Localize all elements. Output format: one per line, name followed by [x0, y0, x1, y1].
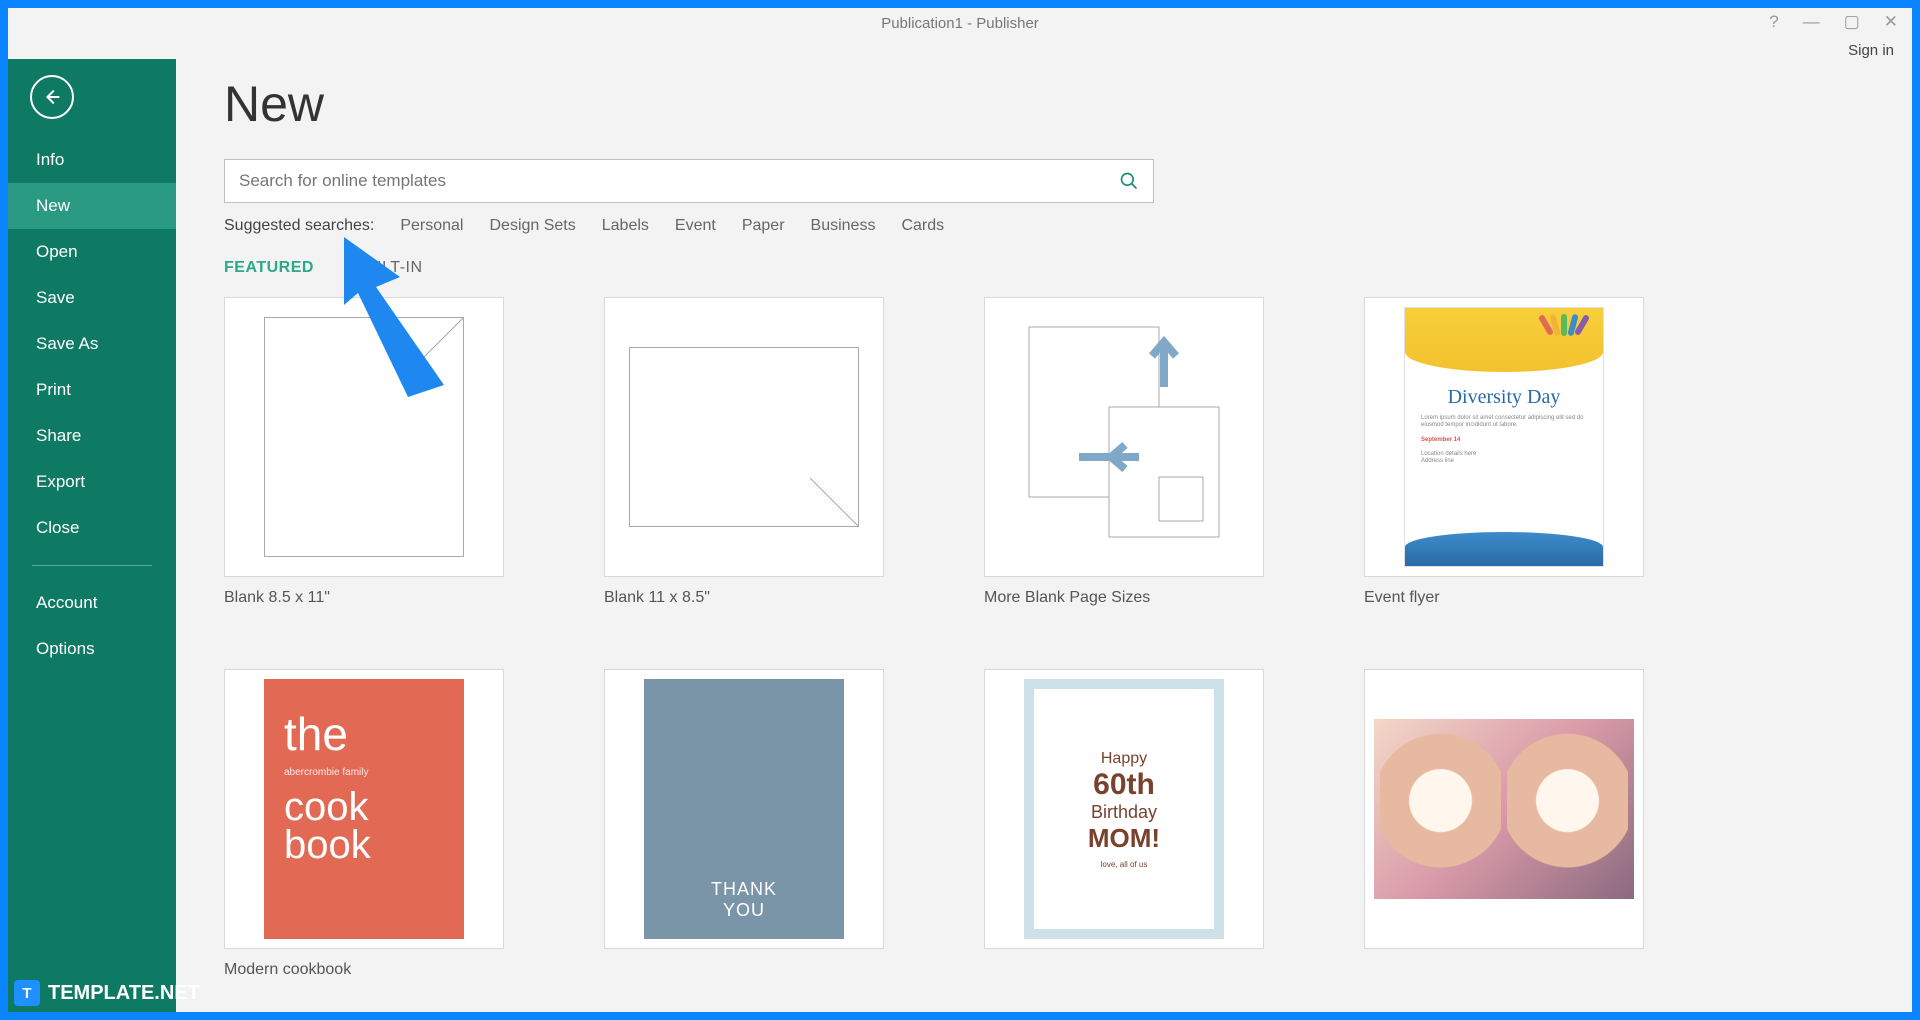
template-search[interactable] — [224, 159, 1154, 203]
app-window: Publication1 - Publisher ? — ▢ ✕ Sign in… — [8, 8, 1912, 1012]
thank-preview: THANK YOU — [644, 679, 844, 939]
main-pane: New Suggested searches: Personal Design … — [176, 59, 1912, 1012]
template-caption: Blank 11 x 8.5" — [604, 589, 884, 607]
template-more-blank-sizes[interactable]: More Blank Page Sizes — [984, 297, 1264, 607]
sidebar-item-options[interactable]: Options — [8, 626, 176, 672]
suggest-paper[interactable]: Paper — [742, 217, 785, 235]
signin-row: Sign in — [8, 38, 1912, 59]
template-event-flyer[interactable]: Diversity Day Lorem ipsum dolor sit amet… — [1364, 297, 1644, 607]
template-caption: Modern cookbook — [224, 961, 504, 979]
back-button[interactable] — [30, 75, 74, 119]
flyer-title: Diversity Day — [1405, 386, 1603, 409]
suggest-event[interactable]: Event — [675, 217, 716, 235]
sidebar-item-info[interactable]: Info — [8, 137, 176, 183]
blank-page-landscape-icon — [629, 347, 859, 527]
back-arrow-icon — [41, 86, 63, 108]
help-icon[interactable]: ? — [1769, 12, 1778, 32]
tab-featured[interactable]: FEATURED — [224, 259, 314, 277]
sidebar-item-save[interactable]: Save — [8, 275, 176, 321]
close-icon[interactable]: ✕ — [1884, 12, 1898, 32]
backstage-sidebar: Info New Open Save Save As Print Share E… — [8, 59, 176, 1012]
maximize-icon[interactable]: ▢ — [1844, 12, 1860, 32]
search-icon[interactable] — [1119, 171, 1139, 191]
annotation-arrow-icon — [336, 229, 476, 399]
sidebar-item-export[interactable]: Export — [8, 459, 176, 505]
minimize-icon[interactable]: — — [1803, 12, 1820, 32]
template-grid: Blank 8.5 x 11" Blank 11 x 8.5" — [224, 297, 1864, 1012]
sidebar-item-print[interactable]: Print — [8, 367, 176, 413]
cookbook-preview: the abercrombie family cook book — [264, 679, 464, 939]
template-modern-cookbook[interactable]: the abercrombie family cook book Modern … — [224, 669, 504, 979]
page-sizes-icon — [1009, 317, 1239, 557]
template-caption: Event flyer — [1364, 589, 1644, 607]
sidebar-item-close[interactable]: Close — [8, 505, 176, 551]
page-title: New — [224, 75, 1864, 133]
window-controls: ? — ▢ ✕ — [1755, 8, 1912, 36]
sidebar-item-share[interactable]: Share — [8, 413, 176, 459]
bday-preview: Happy 60th Birthday MOM! love, all of us — [1024, 679, 1224, 939]
template-caption: Blank 8.5 x 11" — [224, 589, 504, 607]
signin-link[interactable]: Sign in — [1848, 42, 1894, 59]
suggest-cards[interactable]: Cards — [901, 217, 944, 235]
suggest-business[interactable]: Business — [811, 217, 876, 235]
sidebar-divider — [32, 565, 152, 566]
suggest-design-sets[interactable]: Design Sets — [489, 217, 575, 235]
sidebar-item-account[interactable]: Account — [8, 580, 176, 626]
template-greeting-card[interactable] — [1364, 669, 1644, 979]
template-caption: More Blank Page Sizes — [984, 589, 1264, 607]
sidebar-item-open[interactable]: Open — [8, 229, 176, 275]
template-birthday-card[interactable]: Happy 60th Birthday MOM! love, all of us — [984, 669, 1264, 979]
template-blank-landscape[interactable]: Blank 11 x 8.5" — [604, 297, 884, 607]
flowers-preview — [1374, 719, 1634, 899]
sidebar-item-saveas[interactable]: Save As — [8, 321, 176, 367]
watermark-text: TEMPLATE.NET — [48, 982, 200, 1005]
template-thank-you[interactable]: THANK YOU — [604, 669, 884, 979]
sidebar-item-new[interactable]: New — [8, 183, 176, 229]
titlebar: Publication1 - Publisher ? — ▢ ✕ — [8, 8, 1912, 38]
window-title: Publication1 - Publisher — [881, 15, 1039, 32]
search-input[interactable] — [239, 171, 1119, 191]
flyer-preview: Diversity Day Lorem ipsum dolor sit amet… — [1404, 307, 1604, 567]
watermark: T TEMPLATE.NET — [14, 980, 200, 1006]
watermark-icon: T — [14, 980, 40, 1006]
suggest-labels[interactable]: Labels — [602, 217, 649, 235]
